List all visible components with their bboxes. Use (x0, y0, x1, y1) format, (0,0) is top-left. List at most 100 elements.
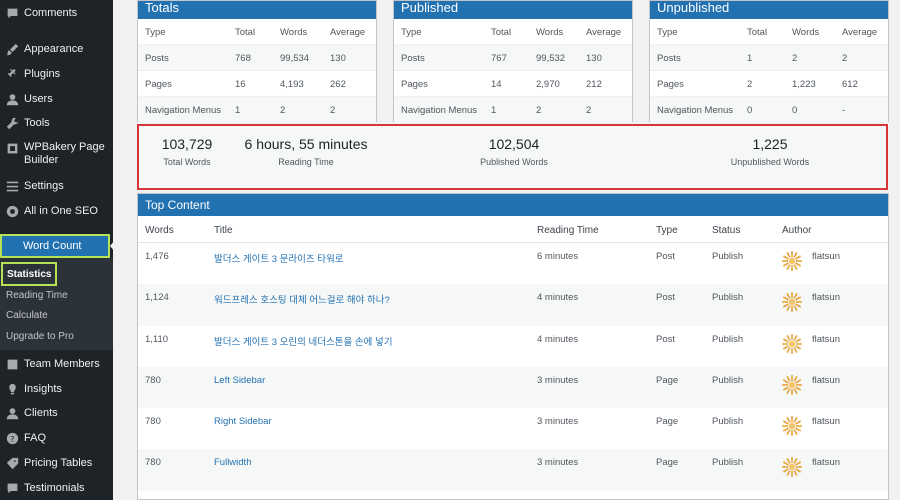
column-header: Type (401, 27, 422, 38)
stat-total-words: 103,729 Total Words (153, 136, 221, 167)
stat-published-words: 102,504 Published Words (459, 136, 569, 167)
row-total: 0 (747, 105, 753, 116)
row-average: 130 (586, 53, 602, 64)
author-avatar-icon (781, 250, 803, 272)
table-row: 1,110 발더스 게이트 3 오린의 네더스톤을 손에 넣기 4 minutes P… (138, 326, 888, 367)
cell-type: Page (656, 416, 679, 428)
column-header: Total (235, 27, 256, 38)
faq-icon: ? (5, 431, 19, 445)
cell-status: Publish (712, 333, 744, 345)
column-header: Type (657, 27, 678, 38)
sidebar-item-pricing-tables[interactable]: Pricing Tables (0, 456, 113, 470)
panel-row: Pages 16 4,193 262 (138, 71, 376, 97)
cell-title-link[interactable]: 발더스 게이트 3 문라이즈 타워로 (214, 251, 343, 265)
row-type: Pages (401, 79, 428, 90)
cell-title-link[interactable]: 워드프레스 호스팅 대체 어느걸로 해야 하나? (214, 292, 390, 306)
submenu-item-calculate[interactable]: Calculate (6, 310, 48, 321)
cell-title-link[interactable]: 발더스 게이트 3 오린의 네더스톤을 손에 넣기 (214, 334, 392, 348)
plugins-icon (5, 67, 19, 81)
panel-row: Pages 2 1,223 612 (650, 71, 888, 97)
row-words: 2 (280, 105, 286, 116)
cell-reading-time: 3 minutes (537, 416, 579, 428)
cell-title-link[interactable]: Left Sidebar (214, 375, 265, 386)
row-total: 16 (235, 79, 246, 90)
sidebar-item-label: WPBakery Page Builder (24, 141, 105, 166)
row-words: 99,534 (280, 53, 310, 64)
table-row: 1,476 발더스 게이트 3 문라이즈 타워로 6 minutes Post Publ… (138, 243, 888, 284)
sidebar-item-faq[interactable]: ? FAQ (0, 431, 113, 445)
row-total: 1 (235, 105, 241, 116)
table-row: 780 Right Sidebar 3 minutes Page Publish flat… (138, 408, 888, 449)
sidebar-item-label: Comments (24, 7, 78, 19)
cell-reading-time: 4 minutes (537, 292, 579, 304)
column-header: Total (491, 27, 512, 38)
sidebar-item-insights[interactable]: Insights (0, 382, 113, 396)
unpublished-panel: Unpublished Type Total Words Average Posts 1… (649, 0, 889, 123)
cell-status: Publish (712, 374, 744, 386)
sidebar-item-clients[interactable]: Clients (0, 406, 113, 420)
insights-icon (5, 382, 19, 396)
cell-type: Post (656, 333, 676, 345)
published-panel: Published Type Total Words Average Posts 767… (393, 0, 633, 123)
cell-reading-time: 6 minutes (537, 251, 579, 262)
column-header: Total (747, 27, 768, 38)
row-total: 1 (747, 53, 753, 64)
cell-words: 780 (145, 416, 161, 428)
sidebar-item-testimonials[interactable]: Testimonials (0, 481, 113, 495)
testimonials-icon (5, 481, 19, 495)
cell-author: flatsun (812, 292, 840, 304)
row-words: 99,532 (536, 53, 566, 64)
sidebar-item-label: Team Members (24, 358, 100, 370)
column-header-author: Author (782, 225, 812, 236)
submenu-item-statistics[interactable]: Statistics (1, 262, 57, 286)
sidebar-item-settings[interactable]: Settings (0, 179, 113, 193)
totals-panel: Totals Type Total Words Average Posts 768 99,… (137, 0, 377, 123)
row-average: 262 (330, 79, 346, 90)
pricing-icon (5, 456, 19, 470)
row-average: 130 (330, 53, 346, 64)
sidebar-item-team-members[interactable]: Team Members (0, 357, 113, 371)
cell-words: 780 (145, 457, 161, 469)
sidebar-item-tools[interactable]: Tools (0, 116, 113, 130)
submenu-item-reading-time[interactable]: Reading Time (6, 290, 68, 301)
sidebar-item-all-in-one-seo[interactable]: All in One SEO (0, 204, 113, 218)
sidebar-item-plugins[interactable]: Plugins (0, 67, 113, 81)
team-icon (5, 357, 19, 371)
sidebar-item-users[interactable]: Users (0, 92, 113, 106)
sidebar-item-word-count[interactable]: Word Count (0, 234, 110, 258)
sidebar-item-label: Testimonials (24, 482, 85, 494)
column-header-type: Type (656, 225, 678, 236)
submenu-item-upgrade-to-pro[interactable]: Upgrade to Pro (6, 331, 74, 342)
sidebar-item-label: Settings (24, 180, 64, 192)
sidebar-item-label: Clients (24, 407, 58, 419)
panel-title: Totals (138, 1, 376, 19)
column-header: Type (145, 27, 166, 38)
stat-label: Reading Time (278, 157, 334, 167)
sidebar-item-wpbakery[interactable]: WPBakery Page Builder (0, 141, 113, 169)
row-type: Navigation Menus (657, 105, 734, 116)
column-header-status: Status (712, 225, 741, 236)
row-type: Navigation Menus (401, 105, 478, 116)
cell-words: 1,476 (145, 251, 169, 262)
stat-label: Unpublished Words (730, 157, 810, 167)
cell-reading-time: 3 minutes (537, 374, 579, 386)
row-average: 2 (330, 105, 336, 116)
sidebar-item-label: Pricing Tables (24, 457, 93, 469)
author-avatar-icon (781, 333, 803, 355)
column-header: Average (586, 27, 622, 38)
cell-type: Post (656, 251, 676, 262)
row-total: 1 (491, 105, 497, 116)
stat-label: Total Words (163, 157, 211, 167)
table-row: 780 Left Sidebar 3 minutes Page Publish flats… (138, 366, 888, 409)
cell-title-link[interactable]: Fullwidth (214, 457, 252, 468)
sidebar-item-comments[interactable]: Comments (0, 6, 113, 20)
cell-title-link[interactable]: Right Sidebar (214, 416, 272, 427)
sidebar-item-appearance[interactable]: Appearance (0, 42, 113, 56)
column-header-reading-time: Reading Time (537, 225, 599, 236)
panel-row: Navigation Menus 0 0 - (650, 97, 888, 123)
admin-sidebar: Comments Appearance Plugins Users Tools … (0, 0, 113, 500)
panel-header-row: Type Total Words Average (394, 19, 632, 45)
row-total: 14 (491, 79, 502, 90)
tools-icon (5, 116, 19, 130)
svg-text:?: ? (10, 433, 14, 443)
